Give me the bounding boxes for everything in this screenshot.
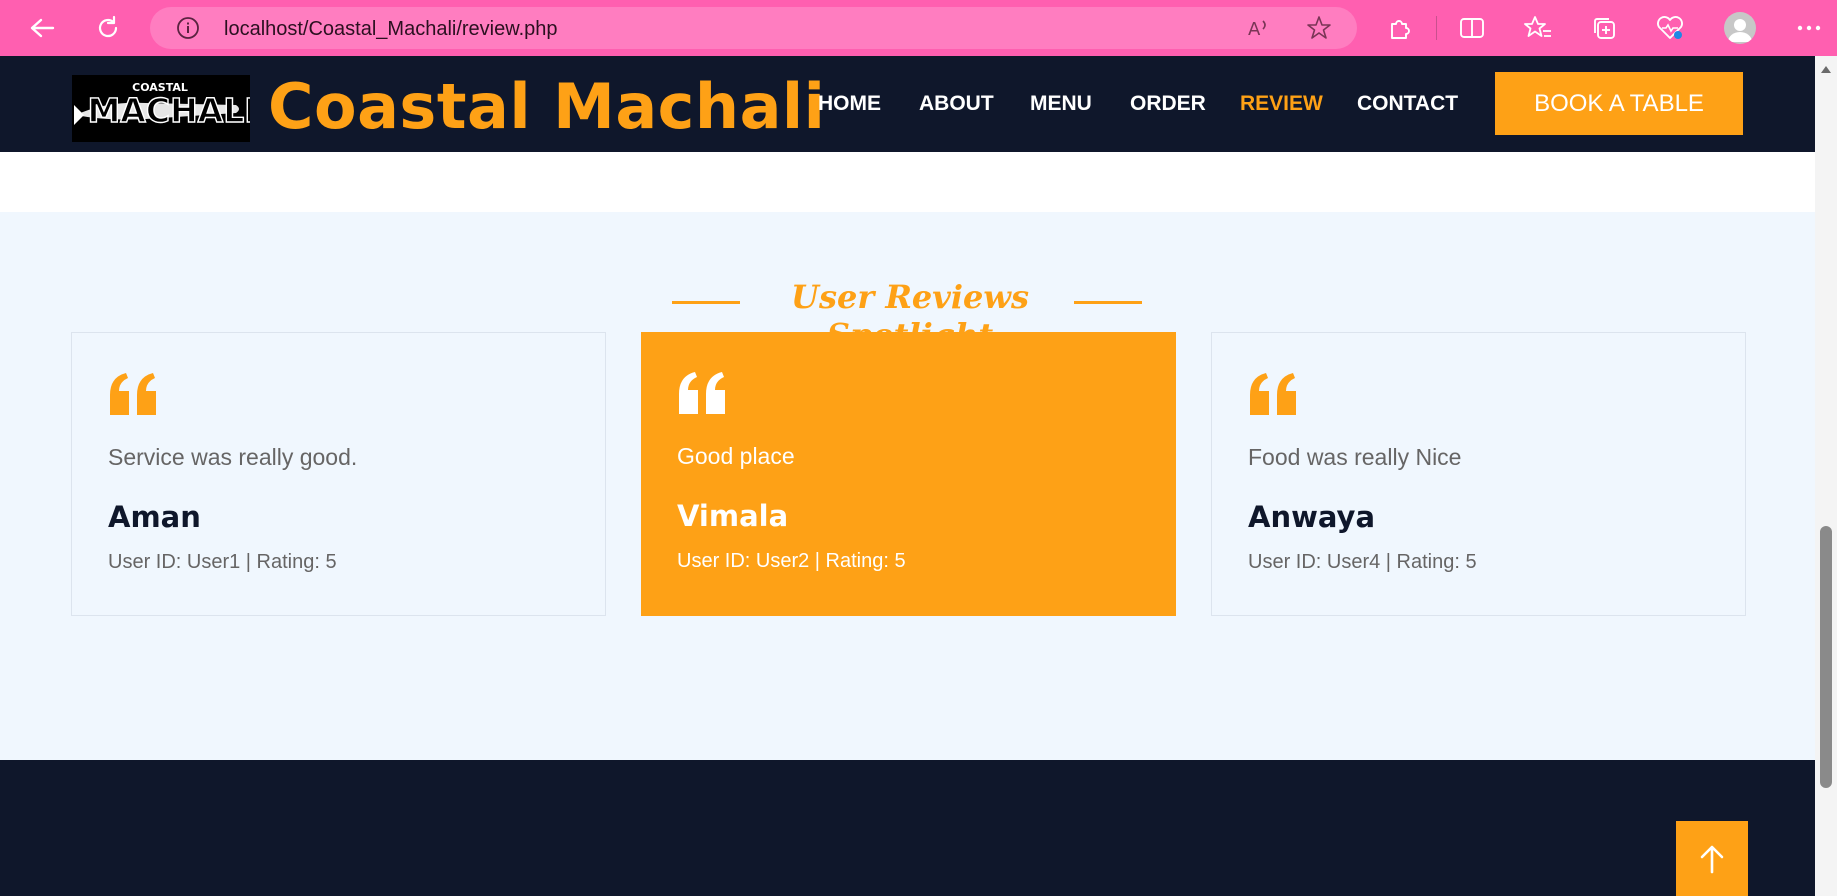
more-menu-icon[interactable] <box>1789 8 1829 48</box>
site-header: COASTAL MACHALI Coastal Machali HOME ABO… <box>0 56 1815 152</box>
review-meta: User ID: User1 | Rating: 5 <box>108 551 337 573</box>
read-aloud-icon[interactable]: A <box>1246 15 1272 46</box>
split-screen-icon[interactable] <box>1452 8 1492 48</box>
reviews-section: User Reviews Spotlight Service was reall… <box>0 212 1815 760</box>
review-card-highlighted: Good place Vimala User ID: User2 | Ratin… <box>641 332 1176 616</box>
nav-menu[interactable]: MENU <box>1030 92 1092 116</box>
logo[interactable]: COASTAL MACHALI <box>72 75 250 142</box>
nav-home[interactable]: HOME <box>818 92 881 116</box>
info-icon[interactable] <box>176 16 200 45</box>
svg-text:A: A <box>1248 19 1261 40</box>
profile-avatar-icon[interactable] <box>1724 12 1756 44</box>
review-text: Service was really good. <box>108 444 358 470</box>
footer <box>0 760 1815 896</box>
collections-icon[interactable] <box>1584 8 1624 48</box>
quote-icon <box>110 373 156 415</box>
quote-icon <box>1250 373 1296 415</box>
extensions-icon[interactable] <box>1380 8 1420 48</box>
section-title-wrap: User Reviews Spotlight <box>0 278 1815 354</box>
back-arrow-icon[interactable] <box>22 8 62 48</box>
refresh-icon[interactable] <box>88 8 128 48</box>
review-card: Food was really Nice Anwaya User ID: Use… <box>1211 332 1746 616</box>
url-text[interactable]: localhost/Coastal_Machali/review.php <box>224 18 558 41</box>
quote-icon <box>679 372 725 414</box>
nav-review[interactable]: REVIEW <box>1240 92 1323 116</box>
review-card: Service was really good. Aman User ID: U… <box>71 332 606 616</box>
nav-order[interactable]: ORDER <box>1130 92 1206 116</box>
address-bar[interactable]: localhost/Coastal_Machali/review.php A <box>150 7 1357 49</box>
title-line-right <box>1074 301 1142 304</box>
toolbar-divider <box>1436 16 1437 40</box>
review-meta: User ID: User2 | Rating: 5 <box>677 550 906 572</box>
brand-title[interactable]: Coastal Machali <box>268 70 825 143</box>
nav-contact[interactable]: CONTACT <box>1357 92 1458 116</box>
scrollbar-thumb[interactable] <box>1820 526 1832 788</box>
arrow-up-icon <box>1700 845 1724 873</box>
scroll-up-arrow-icon[interactable] <box>1820 64 1832 74</box>
book-a-table-button[interactable]: BOOK A TABLE <box>1495 72 1743 135</box>
review-text: Food was really Nice <box>1248 444 1462 470</box>
reviewer-name: Vimala <box>677 499 789 533</box>
browser-essentials-icon[interactable] <box>1650 8 1690 48</box>
reviewer-name: Aman <box>108 500 201 534</box>
review-meta: User ID: User4 | Rating: 5 <box>1248 551 1477 573</box>
logo-text: MACHALI <box>87 91 250 130</box>
reviewer-name: Anwaya <box>1248 500 1376 534</box>
nav-about[interactable]: ABOUT <box>919 92 994 116</box>
review-text: Good place <box>677 443 795 469</box>
browser-toolbar: localhost/Coastal_Machali/review.php A <box>0 0 1837 56</box>
page-scrollbar[interactable] <box>1815 56 1837 896</box>
back-to-top-button[interactable] <box>1676 821 1748 896</box>
favorite-star-icon[interactable] <box>1306 15 1332 46</box>
favorites-icon[interactable] <box>1518 8 1558 48</box>
title-line-left <box>672 301 740 304</box>
